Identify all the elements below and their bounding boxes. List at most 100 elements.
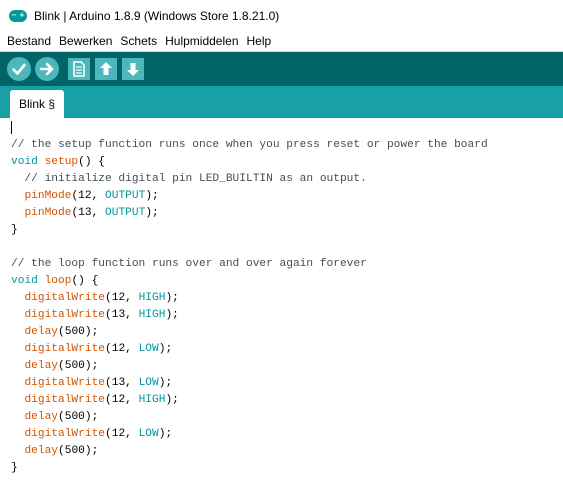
code-token: digitalWrite <box>24 428 106 440</box>
code-line: // the setup function runs once when you… <box>11 137 488 154</box>
open-sketch-button[interactable] <box>95 58 117 80</box>
new-sketch-button[interactable] <box>68 58 90 80</box>
save-sketch-button[interactable] <box>122 58 144 80</box>
code-token: digitalWrite <box>24 292 106 304</box>
code-token: ); <box>158 377 173 389</box>
code-token: delay <box>24 326 59 338</box>
code-token: delay <box>24 360 59 372</box>
menu-hulpmiddelen[interactable]: Hulpmiddelen <box>165 34 238 48</box>
code-token: digitalWrite <box>24 377 106 389</box>
code-token: () { <box>71 275 99 287</box>
code-token: OUTPUT <box>105 190 146 202</box>
code-line: void setup() { <box>11 154 488 171</box>
code-token: (13, <box>105 377 139 389</box>
code-token: void <box>11 275 38 287</box>
code-token: (13, <box>105 309 139 321</box>
code-token: (500); <box>58 326 99 338</box>
code-token: ); <box>158 428 173 440</box>
code-token: } <box>11 462 18 474</box>
verify-button[interactable] <box>7 57 31 81</box>
arduino-icon-plus: + <box>19 11 25 19</box>
menu-help[interactable]: Help <box>247 34 272 48</box>
code-line: delay(500); <box>11 358 488 375</box>
code-token: (500); <box>58 445 99 457</box>
window-title: Blink | Arduino 1.8.9 (Windows Store 1.8… <box>34 8 280 23</box>
code-token: ); <box>145 207 159 219</box>
code-token: delay <box>24 445 59 457</box>
code-token: // the setup function runs once when you… <box>11 139 488 151</box>
code-line: digitalWrite(12, HIGH); <box>11 392 488 409</box>
menu-schets[interactable]: Schets <box>120 34 157 48</box>
code-token: LOW <box>138 377 159 389</box>
code-token: } <box>11 224 18 236</box>
code-line: digitalWrite(12, HIGH); <box>11 290 488 307</box>
code-line: delay(500); <box>11 324 488 341</box>
code-token: (12, <box>105 292 139 304</box>
code-line: pinMode(12, OUTPUT); <box>11 188 488 205</box>
code-token: HIGH <box>138 394 166 406</box>
code-token: () { <box>78 156 106 168</box>
code-token: (500); <box>58 411 99 423</box>
code-token: delay <box>24 411 59 423</box>
code-token: setup <box>44 156 79 168</box>
verify-icon <box>12 63 26 75</box>
code-token: HIGH <box>138 292 166 304</box>
tab-bar: Blink § <box>0 86 563 118</box>
code-token: // the loop function runs over and over … <box>11 258 367 270</box>
code-token: ); <box>145 190 159 202</box>
code-line: pinMode(13, OUTPUT); <box>11 205 488 222</box>
code-line: } <box>11 460 488 477</box>
tab-label: Blink § <box>18 97 56 111</box>
toolbar <box>0 52 563 86</box>
new-icon <box>73 61 85 77</box>
code-token: ); <box>165 309 179 321</box>
upload-button[interactable] <box>35 57 59 81</box>
code-line: digitalWrite(12, LOW); <box>11 426 488 443</box>
menu-bewerken[interactable]: Bewerken <box>59 34 112 48</box>
code-token: void <box>11 156 38 168</box>
tab-blink[interactable]: Blink § <box>10 90 64 118</box>
menu-bestand[interactable]: Bestand <box>7 34 51 48</box>
code-token: (500); <box>58 360 99 372</box>
code-line: digitalWrite(13, LOW); <box>11 375 488 392</box>
title-bar: − + Blink | Arduino 1.8.9 (Windows Store… <box>0 0 563 31</box>
code-token: digitalWrite <box>24 309 106 321</box>
code-token: pinMode <box>24 207 72 219</box>
code-text[interactable]: // the setup function runs once when you… <box>11 137 488 477</box>
code-token: (12, <box>105 343 139 355</box>
arduino-icon-minus: − <box>11 11 17 19</box>
code-line: delay(500); <box>11 409 488 426</box>
code-token: digitalWrite <box>24 394 106 406</box>
upload-icon <box>39 62 54 76</box>
code-token: LOW <box>138 343 159 355</box>
code-line: digitalWrite(12, LOW); <box>11 341 488 358</box>
code-token: ); <box>165 394 179 406</box>
save-icon <box>127 63 139 76</box>
code-line: // initialize digital pin LED_BUILTIN as… <box>11 171 488 188</box>
code-token: (13, <box>71 207 106 219</box>
code-line: delay(500); <box>11 443 488 460</box>
code-token: ); <box>158 343 173 355</box>
code-token: (12, <box>71 190 106 202</box>
code-token: LOW <box>138 428 159 440</box>
code-token: ); <box>165 292 179 304</box>
code-token: digitalWrite <box>24 343 106 355</box>
code-line: // the loop function runs over and over … <box>11 256 488 273</box>
code-line: digitalWrite(13, HIGH); <box>11 307 488 324</box>
code-editor[interactable]: // the setup function runs once when you… <box>0 118 563 492</box>
text-cursor <box>11 121 12 134</box>
code-line: void loop() { <box>11 273 488 290</box>
